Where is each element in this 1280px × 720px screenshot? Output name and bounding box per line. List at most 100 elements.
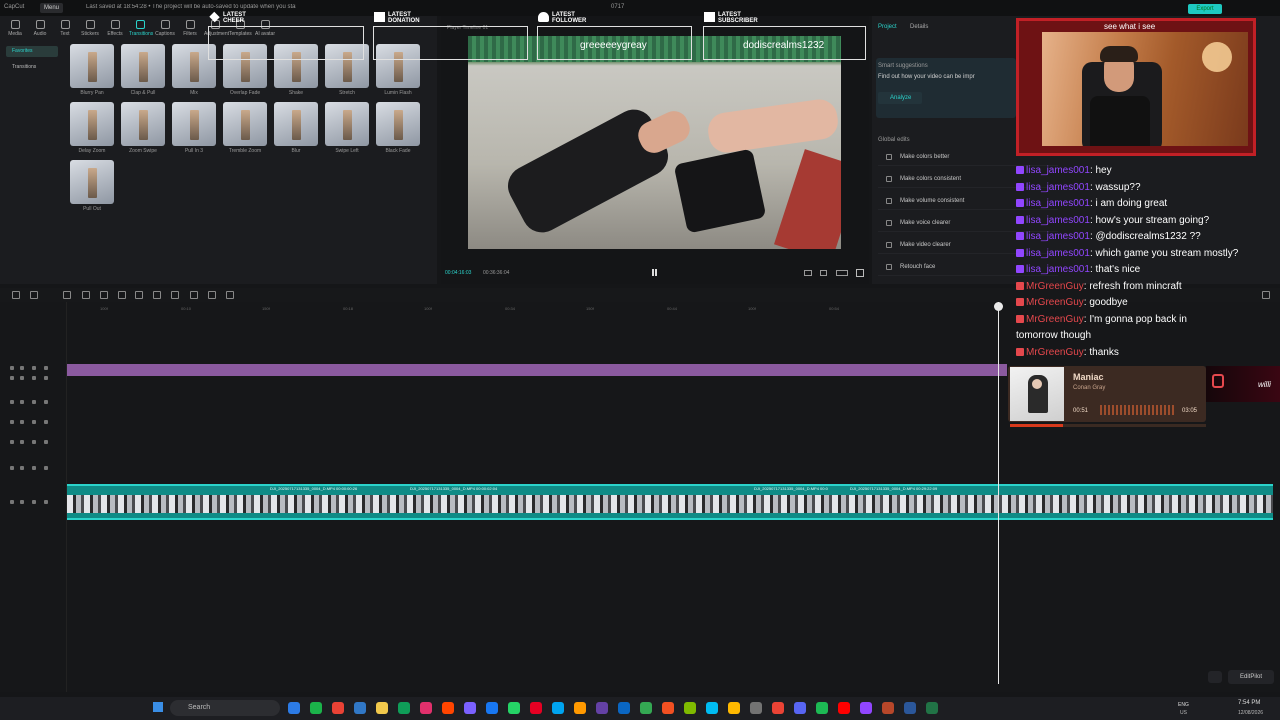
- taskbar-app-icon[interactable]: [552, 702, 564, 714]
- transition-thumbnail[interactable]: [121, 102, 165, 146]
- track-control-icon[interactable]: [32, 500, 36, 504]
- sidebar-item-transitions[interactable]: Transitions: [6, 62, 58, 73]
- track-control-icon[interactable]: [10, 500, 14, 504]
- track-control-icon[interactable]: [44, 376, 48, 380]
- delete-icon[interactable]: [153, 291, 161, 299]
- project-name[interactable]: 0717: [611, 4, 624, 10]
- taskbar-app-icon[interactable]: [882, 702, 894, 714]
- taskbar-app-icon[interactable]: [838, 702, 850, 714]
- redo-icon[interactable]: [82, 291, 90, 299]
- taskbar-app-icon[interactable]: [486, 702, 498, 714]
- clock-date[interactable]: 12/08/2026: [1238, 710, 1263, 716]
- fullscreen-icon[interactable]: [856, 269, 864, 277]
- taskbar-app-icon[interactable]: [464, 702, 476, 714]
- pause-icon[interactable]: [652, 269, 657, 276]
- editpilot-button[interactable]: EditPilot: [1228, 670, 1274, 684]
- undo-icon[interactable]: [63, 291, 71, 299]
- split-right-icon[interactable]: [135, 291, 143, 299]
- track-control-icon[interactable]: [44, 420, 48, 424]
- tab-effects[interactable]: Effects: [104, 20, 126, 37]
- taskbar-search[interactable]: Search: [170, 700, 280, 716]
- zoom-fit-icon[interactable]: [820, 270, 827, 276]
- split-left-icon[interactable]: [118, 291, 126, 299]
- sidebar-item-favorites[interactable]: Favorites: [6, 46, 58, 57]
- adjustment-track-clip[interactable]: [67, 364, 1007, 376]
- tab-project[interactable]: Project: [878, 24, 897, 30]
- taskbar-app-icon[interactable]: [794, 702, 806, 714]
- menu-button[interactable]: Menu: [40, 3, 64, 13]
- transition-thumbnail[interactable]: [274, 102, 318, 146]
- taskbar-app-icon[interactable]: [310, 702, 322, 714]
- track-control-icon[interactable]: [44, 400, 48, 404]
- analyze-button[interactable]: Analyze: [878, 92, 922, 104]
- transition-thumbnail[interactable]: [70, 160, 114, 204]
- transition-thumbnail[interactable]: [376, 102, 420, 146]
- marker-icon[interactable]: [171, 291, 179, 299]
- select-tool-icon[interactable]: [12, 291, 20, 299]
- transition-thumbnail[interactable]: [223, 102, 267, 146]
- mode-dropdown-icon[interactable]: [30, 291, 38, 299]
- transition-thumbnail[interactable]: [121, 44, 165, 88]
- taskbar-app-icon[interactable]: [508, 702, 520, 714]
- track-control-icon[interactable]: [10, 400, 14, 404]
- track-control-icon[interactable]: [32, 440, 36, 444]
- taskbar-app-icon[interactable]: [420, 702, 432, 714]
- start-icon[interactable]: [153, 702, 163, 712]
- playhead-handle[interactable]: [994, 302, 1003, 311]
- track-control-icon[interactable]: [32, 400, 36, 404]
- track-control-icon[interactable]: [44, 466, 48, 470]
- taskbar-app-icon[interactable]: [640, 702, 652, 714]
- ratio-icon[interactable]: [836, 270, 848, 276]
- crop-icon[interactable]: [208, 291, 216, 299]
- language-indicator[interactable]: ENG: [1178, 702, 1189, 708]
- taskbar-app-icon[interactable]: [860, 702, 872, 714]
- tab-stickers[interactable]: Stickers: [79, 20, 101, 37]
- track-control-icon[interactable]: [20, 376, 24, 380]
- export-button[interactable]: Export: [1188, 4, 1222, 14]
- freeze-icon[interactable]: [190, 291, 198, 299]
- taskbar-app-icon[interactable]: [288, 702, 300, 714]
- track-control-icon[interactable]: [32, 366, 36, 370]
- track-control-icon[interactable]: [20, 440, 24, 444]
- track-control-icon[interactable]: [44, 366, 48, 370]
- track-control-icon[interactable]: [10, 420, 14, 424]
- track-control-icon[interactable]: [44, 500, 48, 504]
- track-control-icon[interactable]: [20, 500, 24, 504]
- taskbar-app-icon[interactable]: [398, 702, 410, 714]
- taskbar-app-icon[interactable]: [904, 702, 916, 714]
- taskbar-app-icon[interactable]: [728, 702, 740, 714]
- taskbar-app-icon[interactable]: [354, 702, 366, 714]
- track-control-icon[interactable]: [32, 420, 36, 424]
- transition-thumbnail[interactable]: [172, 102, 216, 146]
- playhead[interactable]: [998, 302, 999, 684]
- tab-captions[interactable]: Captions: [154, 20, 176, 37]
- track-control-icon[interactable]: [20, 466, 24, 470]
- video-preview[interactable]: [468, 36, 841, 249]
- tab-filters[interactable]: Filters: [179, 20, 201, 37]
- main-video-track[interactable]: [67, 484, 1273, 520]
- tab-audio[interactable]: Audio: [29, 20, 51, 37]
- taskbar-app-icon[interactable]: [442, 702, 454, 714]
- taskbar-app-icon[interactable]: [706, 702, 718, 714]
- taskbar-app-icon[interactable]: [662, 702, 674, 714]
- track-control-icon[interactable]: [20, 366, 24, 370]
- taskbar-app-icon[interactable]: [772, 702, 784, 714]
- track-control-icon[interactable]: [10, 466, 14, 470]
- track-control-icon[interactable]: [10, 366, 14, 370]
- transition-thumbnail[interactable]: [70, 102, 114, 146]
- magic-icon[interactable]: [226, 291, 234, 299]
- tab-details[interactable]: Details: [910, 24, 928, 30]
- tab-text[interactable]: Text: [54, 20, 76, 37]
- track-control-icon[interactable]: [32, 376, 36, 380]
- transition-thumbnail[interactable]: [70, 44, 114, 88]
- taskbar-app-icon[interactable]: [530, 702, 542, 714]
- taskbar-app-icon[interactable]: [618, 702, 630, 714]
- track-control-icon[interactable]: [10, 376, 14, 380]
- tab-transitions[interactable]: Transitions: [129, 20, 153, 37]
- taskbar-app-icon[interactable]: [574, 702, 586, 714]
- taskbar-app-icon[interactable]: [816, 702, 828, 714]
- taskbar-app-icon[interactable]: [750, 702, 762, 714]
- clock-time[interactable]: 7:54 PM: [1238, 700, 1260, 706]
- taskbar-app-icon[interactable]: [926, 702, 938, 714]
- chat-icon[interactable]: [1208, 671, 1222, 683]
